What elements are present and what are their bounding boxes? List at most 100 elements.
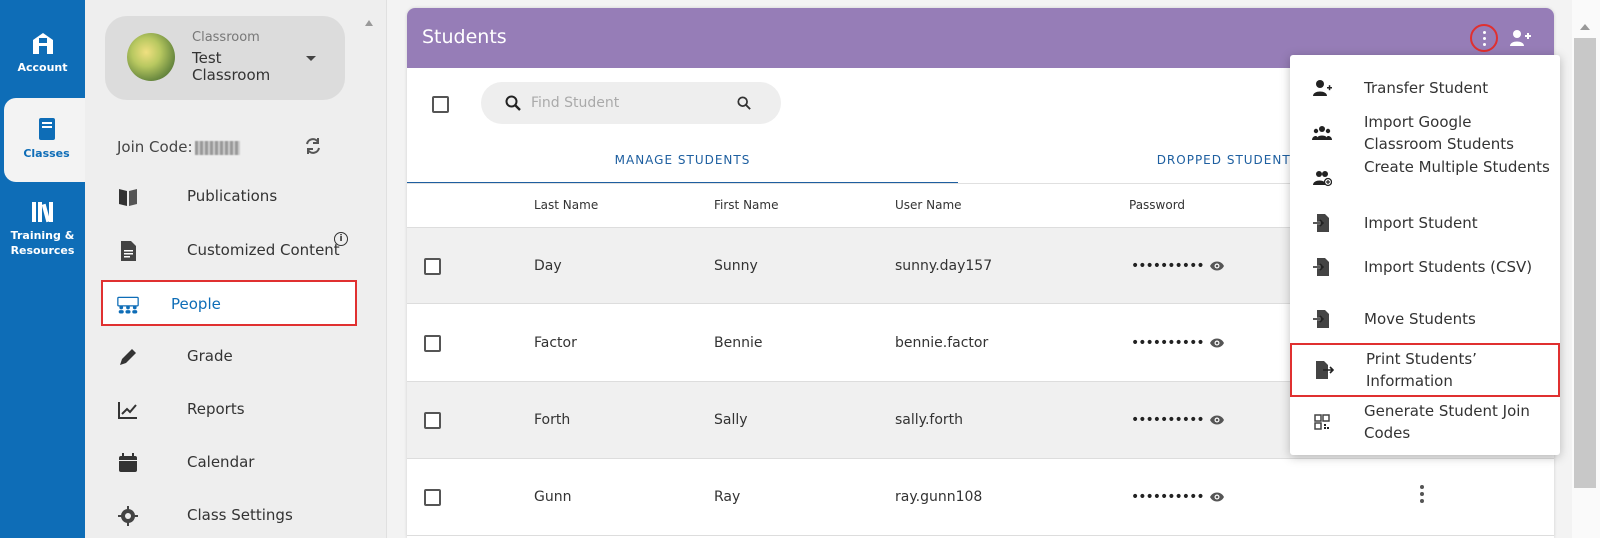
sidebar-item-publications[interactable]: Publications <box>101 174 356 220</box>
sidebar-item-label: Class Settings <box>187 506 293 524</box>
menu-item-generate-join-codes[interactable]: Generate Student Join Codes <box>1290 400 1560 446</box>
print-export-icon <box>1316 361 1334 379</box>
cell-password: •••••••••• <box>1131 335 1205 351</box>
table-row: Gunn Ray ray.gunn108 •••••••••• <box>407 459 1554 536</box>
add-user-icon[interactable] <box>1508 26 1532 50</box>
eye-icon[interactable] <box>1209 490 1225 504</box>
eye-icon[interactable] <box>1209 413 1225 427</box>
menu-item-label: Import Students (CSV) <box>1364 258 1533 276</box>
info-icon[interactable]: i <box>334 232 348 246</box>
menu-item-label: Import Student <box>1364 214 1478 232</box>
chevron-down-icon[interactable] <box>306 56 316 61</box>
gear-icon <box>118 506 138 526</box>
more-options-menu: Transfer Student Import Google Classroom… <box>1290 55 1560 455</box>
eye-icon[interactable] <box>1209 336 1225 350</box>
rail-item-classes[interactable]: Classes <box>4 98 89 182</box>
sidebar-item-people[interactable]: People <box>101 280 357 326</box>
rail-item-label: Account <box>17 61 68 74</box>
cell-user-name: sunny.day157 <box>895 258 993 274</box>
scroll-thumb[interactable] <box>1574 38 1596 488</box>
chart-icon <box>118 402 137 419</box>
cell-last-name: Forth <box>534 412 571 428</box>
menu-item-import-student[interactable]: Import Student <box>1290 210 1560 236</box>
column-header-last-name[interactable]: Last Name <box>534 198 598 212</box>
scroll-up-arrow[interactable] <box>1580 24 1590 30</box>
page-scrollbar[interactable] <box>1572 0 1600 538</box>
row-checkbox[interactable] <box>424 412 441 429</box>
rail-item-label: Classes <box>23 147 70 160</box>
cell-first-name: Sally <box>714 412 748 428</box>
menu-item-transfer-student[interactable]: Transfer Student <box>1290 75 1560 101</box>
cell-first-name: Sunny <box>714 258 758 274</box>
menu-item-print-students-information[interactable]: Print Students’ Information <box>1290 343 1560 397</box>
sidebar-item-calendar[interactable]: Calendar <box>101 440 356 486</box>
book-open-icon <box>119 189 137 206</box>
row-checkbox[interactable] <box>424 489 441 506</box>
menu-item-label: Create Multiple Students <box>1364 158 1550 176</box>
student-search <box>481 82 781 124</box>
sidebar-item-label: Reports <box>187 400 245 418</box>
calendar-icon <box>119 453 137 472</box>
sidebar-item-customized-content[interactable]: Customized Content <box>101 228 356 274</box>
menu-item-import-google-classroom[interactable]: Import Google Classroom Students <box>1290 111 1560 157</box>
sidebar-item-class-settings[interactable]: Class Settings <box>101 493 356 538</box>
join-code-value <box>194 140 240 155</box>
class-name: Test Classroom <box>192 49 271 84</box>
account-icon <box>32 33 53 54</box>
row-checkbox[interactable] <box>424 258 441 275</box>
sidebar-item-label: Publications <box>187 187 278 205</box>
group-add-icon <box>1313 171 1332 187</box>
join-code: Join Code: <box>117 138 240 156</box>
sidebar-item-grade[interactable]: Grade <box>101 334 356 380</box>
cell-password: •••••••••• <box>1131 489 1205 505</box>
menu-item-move-students[interactable]: Move Students <box>1290 306 1560 332</box>
group-icon <box>1312 126 1332 140</box>
menu-item-create-multiple-students[interactable]: Create Multiple Students <box>1290 156 1560 202</box>
document-icon <box>121 241 136 261</box>
search-input[interactable] <box>531 92 731 114</box>
class-avatar <box>127 33 175 81</box>
sidebar-item-reports[interactable]: Reports <box>101 387 356 433</box>
column-header-first-name[interactable]: First Name <box>714 198 778 212</box>
column-header-password[interactable]: Password <box>1129 198 1185 212</box>
sidebar-item-label: People <box>171 295 221 313</box>
cell-user-name: sally.forth <box>895 412 964 428</box>
cell-last-name: Gunn <box>534 489 572 505</box>
pencil-icon <box>120 349 136 365</box>
search-icon[interactable] <box>737 96 751 110</box>
cell-user-name: bennie.factor <box>895 335 989 351</box>
search-icon <box>505 95 521 111</box>
cell-first-name: Bennie <box>714 335 763 351</box>
book-icon <box>38 118 55 140</box>
eye-icon[interactable] <box>1209 259 1225 273</box>
class-selector[interactable]: Classroom Test Classroom <box>105 16 345 100</box>
app-rail: Account Classes Training & Resources <box>0 0 89 538</box>
rail-item-account[interactable]: Account <box>0 30 85 75</box>
import-icon <box>1313 258 1329 276</box>
library-icon <box>31 202 53 223</box>
class-subtitle: Classroom <box>192 30 260 45</box>
cell-last-name: Factor <box>534 335 577 351</box>
join-code-label: Join Code: <box>117 138 193 156</box>
column-header-user-name[interactable]: User Name <box>895 198 962 212</box>
menu-item-import-students-csv[interactable]: Import Students (CSV) <box>1290 254 1560 280</box>
select-all-checkbox[interactable] <box>432 96 449 113</box>
sidebar-item-label: Calendar <box>187 453 255 471</box>
cell-password: •••••••••• <box>1131 258 1205 274</box>
cell-password: •••••••••• <box>1131 412 1205 428</box>
cell-first-name: Ray <box>714 489 741 505</box>
cell-user-name: ray.gunn108 <box>895 489 983 505</box>
class-sidebar: Classroom Test Classroom Join Code: Publ… <box>85 0 387 538</box>
rail-item-training[interactable]: Training & Resources <box>0 198 85 258</box>
menu-item-label: Move Students <box>1364 310 1476 328</box>
import-icon <box>1313 214 1329 232</box>
person-add-icon <box>1313 80 1332 96</box>
sidebar-scroll-up[interactable] <box>365 20 373 26</box>
tab-manage-students[interactable]: MANAGE STUDENTS <box>407 144 958 184</box>
refresh-icon[interactable] <box>303 136 323 156</box>
menu-item-label: Import Google Classroom Students <box>1364 113 1514 153</box>
row-more-icon[interactable] <box>1419 485 1425 505</box>
more-options-button[interactable] <box>1470 24 1498 52</box>
menu-item-label: Transfer Student <box>1364 79 1489 97</box>
row-checkbox[interactable] <box>424 335 441 352</box>
